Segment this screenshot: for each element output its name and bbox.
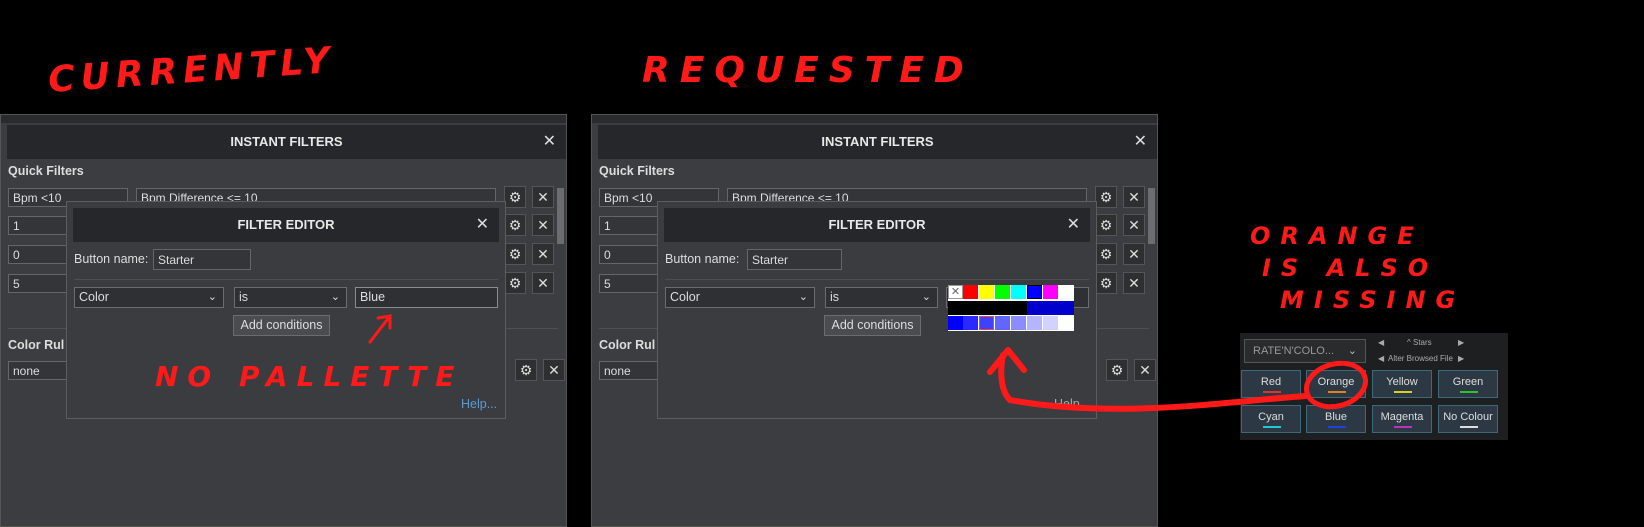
- annotation-circle-and-arrow: [987, 347, 1368, 412]
